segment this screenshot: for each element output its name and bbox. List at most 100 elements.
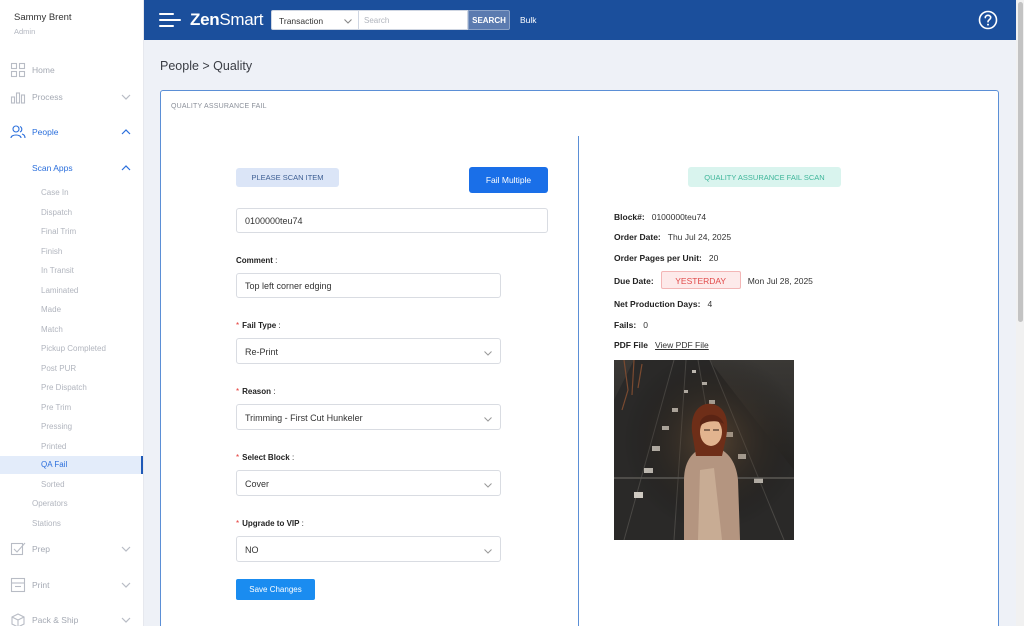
help-icon[interactable] bbox=[978, 10, 998, 30]
chevron-down-icon bbox=[121, 582, 131, 588]
sidebar-item-operators[interactable]: Operators bbox=[0, 495, 143, 513]
scan-item-pill: PLEASE SCAN ITEM bbox=[236, 168, 339, 187]
net-production-label: Net Production Days: bbox=[614, 299, 701, 309]
chart-icon bbox=[10, 92, 26, 104]
search-input[interactable]: Search bbox=[359, 10, 468, 30]
printer-icon bbox=[10, 577, 26, 593]
chevron-down-icon bbox=[121, 546, 131, 552]
menu-icon[interactable] bbox=[159, 12, 181, 28]
fail-multiple-button[interactable]: Fail Multiple bbox=[469, 167, 548, 193]
reason-value: Trimming - First Cut Hunkeler bbox=[245, 413, 363, 423]
required-marker: * bbox=[236, 321, 240, 330]
fail-type-label: * Fail Type : bbox=[236, 321, 281, 330]
box-icon bbox=[11, 613, 25, 626]
chevron-down-icon bbox=[121, 617, 131, 623]
sidebar: Sammy Brent Admin Home Process People Sc… bbox=[0, 0, 144, 626]
search-type-select[interactable]: Transaction bbox=[271, 10, 359, 30]
sidebar-subitem-label: In Transit bbox=[41, 266, 74, 275]
due-date-label: Due Date: bbox=[614, 276, 654, 286]
required-marker: * bbox=[236, 387, 240, 396]
pdf-file-row: PDF File View PDF File bbox=[614, 340, 709, 350]
chevron-down-icon bbox=[121, 94, 131, 100]
net-production-row: Net Production Days: 4 bbox=[614, 299, 712, 309]
scan-input[interactable]: 0100000teu74 bbox=[236, 208, 548, 233]
comment-input[interactable]: Top left corner edging bbox=[236, 273, 501, 298]
sidebar-subitem-label: Pressing bbox=[41, 422, 73, 431]
block-number-row: Block#: 0100000teu74 bbox=[614, 212, 706, 222]
order-pages-row: Order Pages per Unit: 20 bbox=[614, 253, 718, 263]
fail-type-value: Re-Print bbox=[245, 347, 279, 357]
select-block-select[interactable]: Cover bbox=[236, 470, 501, 496]
sidebar-subitem-label: Made bbox=[41, 305, 62, 314]
sidebar-subitem-in-transit[interactable]: In Transit bbox=[0, 262, 143, 280]
sidebar-subitem-label: Printed bbox=[41, 441, 67, 451]
reason-select[interactable]: Trimming - First Cut Hunkeler bbox=[236, 404, 501, 430]
app-logo: ZenSmart bbox=[190, 10, 263, 30]
chevron-down-icon bbox=[484, 483, 492, 488]
active-indicator bbox=[141, 456, 143, 474]
sidebar-item-prep[interactable]: Prep bbox=[0, 539, 143, 559]
bulk-link[interactable]: Bulk bbox=[520, 15, 537, 25]
select-block-label-text: Select Block bbox=[242, 453, 290, 462]
chevron-up-icon bbox=[121, 165, 131, 171]
sidebar-item-label: Scan Apps bbox=[32, 163, 73, 173]
sidebar-subitem-post-pur[interactable]: Post PUR bbox=[0, 360, 143, 378]
sidebar-subitem-laminated[interactable]: Laminated bbox=[0, 282, 143, 300]
view-pdf-link[interactable]: View PDF File bbox=[655, 340, 709, 350]
due-status-badge: YESTERDAY bbox=[660, 271, 741, 289]
label-colon: : bbox=[301, 519, 304, 528]
sidebar-subitem-qa-fail[interactable]: QA Fail bbox=[0, 456, 143, 474]
search-type-value: Transaction bbox=[279, 16, 324, 26]
photo-illustration bbox=[614, 360, 794, 540]
sidebar-item-print[interactable]: Print bbox=[0, 575, 143, 595]
sidebar-subitem-made[interactable]: Made bbox=[0, 301, 143, 319]
user-role: Admin bbox=[14, 27, 36, 36]
logo-suffix: Smart bbox=[219, 10, 264, 29]
sidebar-subitem-label: Finish bbox=[41, 246, 63, 256]
sidebar-subitem-label: Dispatch bbox=[41, 207, 73, 217]
sidebar-item-scan-apps[interactable]: Scan Apps bbox=[0, 158, 143, 178]
qa-fail-card: QUALITY ASSURANCE FAIL PLEASE SCAN ITEM … bbox=[160, 90, 999, 626]
sidebar-subitem-case-in[interactable]: Case In bbox=[0, 184, 143, 202]
scrollbar-thumb[interactable] bbox=[1018, 2, 1023, 322]
sidebar-subitem-printed[interactable]: Printed bbox=[0, 438, 143, 456]
sidebar-subitem-sorted[interactable]: Sorted bbox=[0, 476, 143, 494]
breadcrumb: People > Quality bbox=[160, 59, 253, 73]
sidebar-subitem-finish[interactable]: Finish bbox=[0, 243, 143, 261]
sidebar-item-process[interactable]: Process bbox=[0, 87, 143, 107]
sidebar-subitem-pre-trim[interactable]: Pre Trim bbox=[0, 399, 143, 417]
sidebar-subitem-pre-dispatch[interactable]: Pre Dispatch bbox=[0, 379, 143, 397]
sidebar-subitem-pressing[interactable]: Pressing bbox=[0, 418, 143, 436]
upgrade-vip-select[interactable]: NO bbox=[236, 536, 501, 562]
chevron-down-icon bbox=[484, 417, 492, 422]
upgrade-vip-label-text: Upgrade to VIP bbox=[242, 519, 300, 528]
label-colon: : bbox=[273, 387, 276, 396]
search-group: Transaction Search SEARCH bbox=[271, 10, 510, 30]
sidebar-item-label: Operators bbox=[32, 499, 68, 508]
sidebar-subitem-dispatch[interactable]: Dispatch bbox=[0, 204, 143, 222]
sidebar-subitem-match[interactable]: Match bbox=[0, 321, 143, 339]
qa-fail-scan-pill: QUALITY ASSURANCE FAIL SCAN bbox=[688, 167, 841, 187]
sidebar-item-pack-ship[interactable]: Pack & Ship bbox=[0, 610, 143, 626]
order-date-label: Order Date: bbox=[614, 232, 661, 242]
due-date-value: Mon Jul 28, 2025 bbox=[747, 276, 813, 286]
sidebar-item-home[interactable]: Home bbox=[0, 60, 143, 80]
fail-type-select[interactable]: Re-Print bbox=[236, 338, 501, 364]
order-pages-label: Order Pages per Unit: bbox=[614, 253, 702, 263]
card-title: QUALITY ASSURANCE FAIL bbox=[171, 103, 267, 110]
due-date-row: Due Date: YESTERDAY Mon Jul 28, 2025 bbox=[614, 271, 813, 289]
chevron-down-icon bbox=[484, 351, 492, 356]
sidebar-subitem-final-trim[interactable]: Final Trim bbox=[0, 223, 143, 241]
upgrade-vip-label: * Upgrade to VIP : bbox=[236, 519, 304, 528]
sidebar-subitem-pickup-completed[interactable]: Pickup Completed bbox=[0, 340, 143, 358]
sidebar-subitem-label: Final Trim bbox=[41, 227, 77, 236]
search-button[interactable]: SEARCH bbox=[468, 10, 510, 30]
comment-label: Comment : bbox=[236, 256, 277, 265]
user-name: Sammy Brent bbox=[14, 12, 72, 23]
sidebar-item-people[interactable]: People bbox=[0, 122, 143, 142]
reason-label: * Reason : bbox=[236, 387, 276, 396]
label-colon: : bbox=[275, 256, 278, 265]
sidebar-item-stations[interactable]: Stations bbox=[0, 515, 143, 533]
save-changes-button[interactable]: Save Changes bbox=[236, 579, 315, 600]
upgrade-vip-value: NO bbox=[245, 545, 259, 555]
